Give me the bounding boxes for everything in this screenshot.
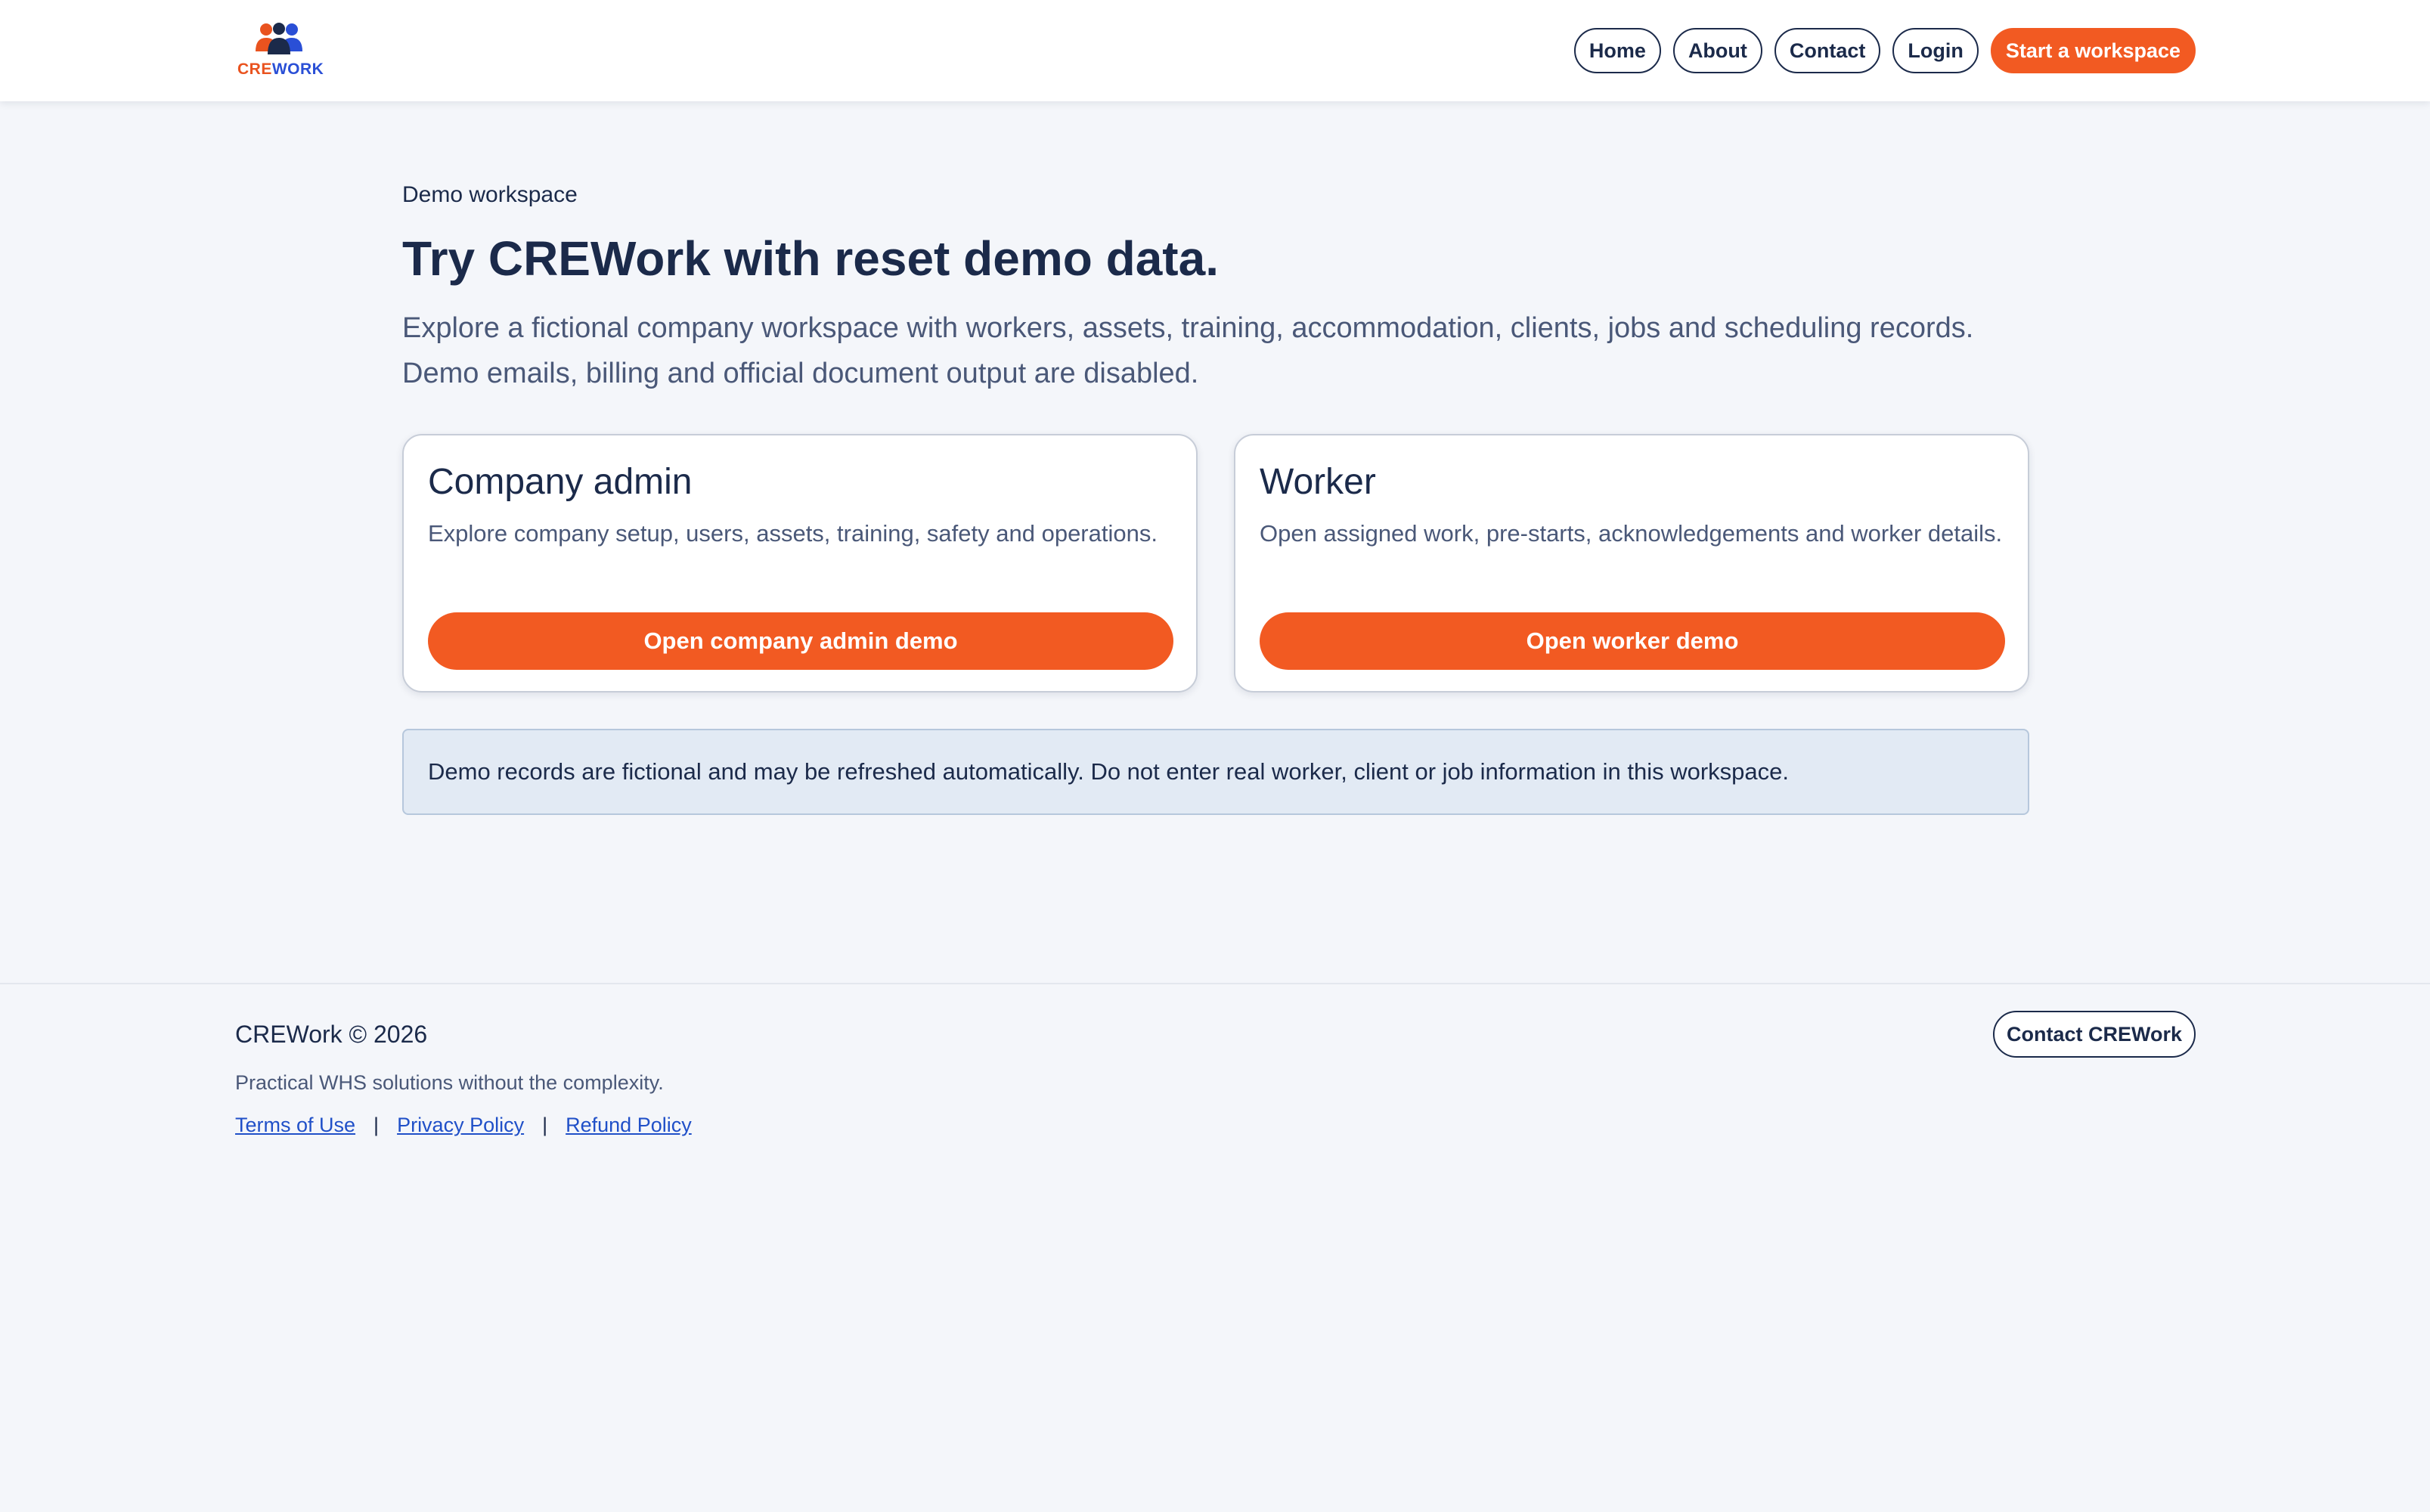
- open-worker-demo-button[interactable]: Open worker demo: [1260, 612, 2005, 670]
- demo-notice: Demo records are fictional and may be re…: [402, 729, 2029, 815]
- link-separator: |: [542, 1114, 548, 1136]
- privacy-policy-link[interactable]: Privacy Policy: [397, 1110, 524, 1140]
- nav-about[interactable]: About: [1672, 28, 1762, 73]
- card-title: Company admin: [428, 462, 693, 502]
- footer-divider: [0, 983, 2430, 984]
- link-separator: |: [373, 1114, 380, 1136]
- site-header: CREWORK Home About Contact Login Start a…: [0, 0, 2430, 101]
- page-lead: Explore a fictional company workspace wi…: [402, 312, 1974, 389]
- demo-cards: Company admin Explore company setup, use…: [402, 434, 2029, 692]
- page-title: Try CREWork with reset demo data.: [402, 231, 1219, 286]
- card-title: Worker: [1260, 462, 1376, 502]
- logo-wordmark: CREWORK: [237, 60, 324, 78]
- contact-crewwork-button[interactable]: Contact CREWork: [1992, 1011, 2196, 1058]
- terms-of-use-link[interactable]: Terms of Use: [235, 1110, 355, 1140]
- demo-main: Demo workspace Try CREWork with reset de…: [402, 174, 2029, 815]
- main-nav: Home About Contact Login Start a workspa…: [1573, 27, 2196, 74]
- footer-copyright: CREWork © 2026: [235, 1021, 428, 1048]
- open-company-admin-demo-button[interactable]: Open company admin demo: [428, 612, 1173, 670]
- company-admin-card: Company admin Explore company setup, use…: [402, 434, 1198, 692]
- start-workspace-button[interactable]: Start a workspace: [1990, 28, 2196, 73]
- worker-card: Worker Open assigned work, pre-starts, a…: [1234, 434, 2029, 692]
- nav-home[interactable]: Home: [1573, 28, 1661, 73]
- footer-tagline: Practical WHS solutions without the comp…: [235, 1071, 664, 1094]
- site-footer: CREWork © 2026 Practical WHS solutions w…: [235, 1013, 692, 1140]
- page-eyebrow: Demo workspace: [402, 182, 578, 207]
- card-description: Open assigned work, pre-starts, acknowle…: [1260, 520, 2003, 547]
- nav-login[interactable]: Login: [1892, 28, 1979, 73]
- footer-links: Terms of Use | Privacy Policy | Refund P…: [235, 1110, 692, 1140]
- crewwork-logo[interactable]: CREWORK: [237, 21, 324, 82]
- nav-contact[interactable]: Contact: [1774, 28, 1881, 73]
- refund-policy-link[interactable]: Refund Policy: [566, 1110, 692, 1140]
- team-icon: [256, 23, 302, 54]
- card-description: Explore company setup, users, assets, tr…: [428, 520, 1158, 547]
